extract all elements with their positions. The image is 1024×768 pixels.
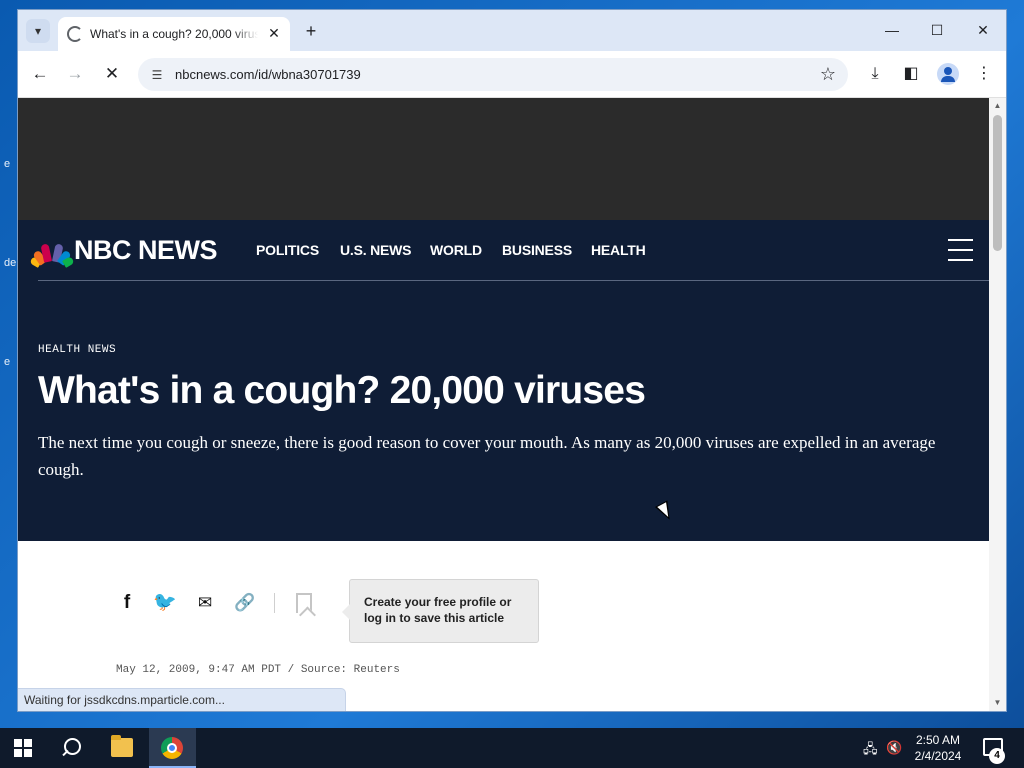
loading-icon [67, 26, 83, 42]
tab-close-icon[interactable]: ✕ [266, 25, 282, 41]
url-text[interactable]: nbcnews.com/id/wbna30701739 [175, 67, 361, 82]
nav-world[interactable]: WORLD [430, 242, 482, 258]
back-button[interactable]: ← [29, 63, 51, 85]
taskbar: 🖧 🔇 2:50 AM 2/4/2024 4 [0, 728, 1024, 768]
scroll-down-arrow[interactable]: ▼ [992, 698, 1003, 707]
scroll-up-arrow[interactable]: ▲ [992, 101, 1003, 110]
logo-wordmark: NBC NEWS [74, 234, 218, 265]
browser-tab[interactable]: What's in a cough? 20,000 viruses ✕ [58, 17, 290, 51]
desktop-fragment: e [4, 356, 11, 368]
facebook-icon[interactable]: f [115, 591, 139, 615]
browser-toolbar: ← → ✕ ☰ nbcnews.com/id/wbna30701739 ☆ ⤓ … [18, 51, 1006, 98]
article-headline: What's in a cough? 20,000 viruses [38, 369, 646, 412]
address-bar[interactable]: ☰ nbcnews.com/id/wbna30701739 ☆ [138, 58, 848, 91]
page-scrollbar[interactable]: ▲ ▼ [989, 98, 1006, 711]
tab-title: What's in a cough? 20,000 viruses [90, 27, 258, 41]
browser-window: ▾ What's in a cough? 20,000 viruses ✕ + … [18, 10, 1006, 711]
save-article-tooltip: Create your free profile or log in to sa… [342, 579, 539, 643]
close-window-button[interactable]: ✕ [967, 19, 999, 41]
maximize-button[interactable]: ☐ [921, 19, 953, 41]
page-viewport: NBC NEWS POLITICS U.S. NEWS WORLD BUSINE… [18, 98, 989, 711]
file-explorer-icon[interactable] [111, 735, 133, 757]
new-tab-button[interactable]: + [300, 20, 322, 42]
side-panel-icon[interactable]: ◧ [900, 63, 922, 85]
notification-count-badge: 4 [989, 748, 1005, 764]
save-bookmark-icon[interactable] [296, 593, 312, 613]
network-icon[interactable]: 🖧 [863, 740, 878, 762]
divider [38, 280, 989, 281]
minimize-button[interactable]: — [876, 19, 908, 41]
system-clock[interactable]: 2:50 AM 2/4/2024 [900, 732, 976, 764]
article-byline: May 12, 2009, 9:47 AM PDT / Source: Reut… [116, 664, 400, 676]
stop-loading-button[interactable]: ✕ [101, 63, 123, 85]
email-icon[interactable]: ✉ [193, 591, 217, 615]
scroll-thumb[interactable] [993, 115, 1002, 251]
ad-banner [18, 98, 989, 220]
twitter-icon[interactable]: 🐦 [153, 591, 177, 615]
nav-politics[interactable]: POLITICS [256, 242, 319, 258]
divider [274, 593, 275, 613]
link-icon[interactable]: 🔗 [233, 591, 257, 615]
profile-avatar-icon[interactable] [937, 63, 959, 85]
chrome-icon [161, 737, 183, 759]
clock-time: 2:50 AM [915, 733, 961, 747]
article-hero: NBC NEWS POLITICS U.S. NEWS WORLD BUSINE… [18, 220, 989, 541]
article-dek: The next time you cough or sneeze, there… [38, 433, 936, 479]
menu-kebab-icon[interactable]: ⋮ [973, 63, 995, 85]
nav-health[interactable]: HEALTH [591, 242, 646, 258]
section-label[interactable]: HEALTH NEWS [38, 344, 116, 356]
nav-us-news[interactable]: U.S. NEWS [340, 242, 412, 258]
desktop-fragment: e [4, 158, 11, 170]
taskbar-chrome-button[interactable] [149, 728, 196, 768]
tab-search-icon[interactable]: ▾ [26, 19, 50, 43]
download-icon[interactable]: ⤓ [864, 63, 886, 85]
peacock-icon [29, 239, 75, 268]
status-bubble: Waiting for jssdkcdns.mparticle.com... [18, 688, 346, 711]
tab-strip: ▾ What's in a cough? 20,000 viruses ✕ + … [18, 10, 1006, 51]
desktop-fragment: de [4, 257, 17, 269]
bookmark-star-icon[interactable]: ☆ [820, 64, 836, 85]
clock-date: 2/4/2024 [914, 749, 962, 763]
nbc-news-logo[interactable]: NBC NEWS [29, 234, 218, 268]
nav-business[interactable]: BUSINESS [502, 242, 572, 258]
search-icon[interactable] [61, 737, 83, 759]
hamburger-menu-icon[interactable] [948, 239, 973, 261]
forward-button[interactable]: → [64, 63, 86, 85]
site-info-icon[interactable]: ☰ [148, 66, 166, 84]
start-button[interactable] [14, 739, 32, 757]
